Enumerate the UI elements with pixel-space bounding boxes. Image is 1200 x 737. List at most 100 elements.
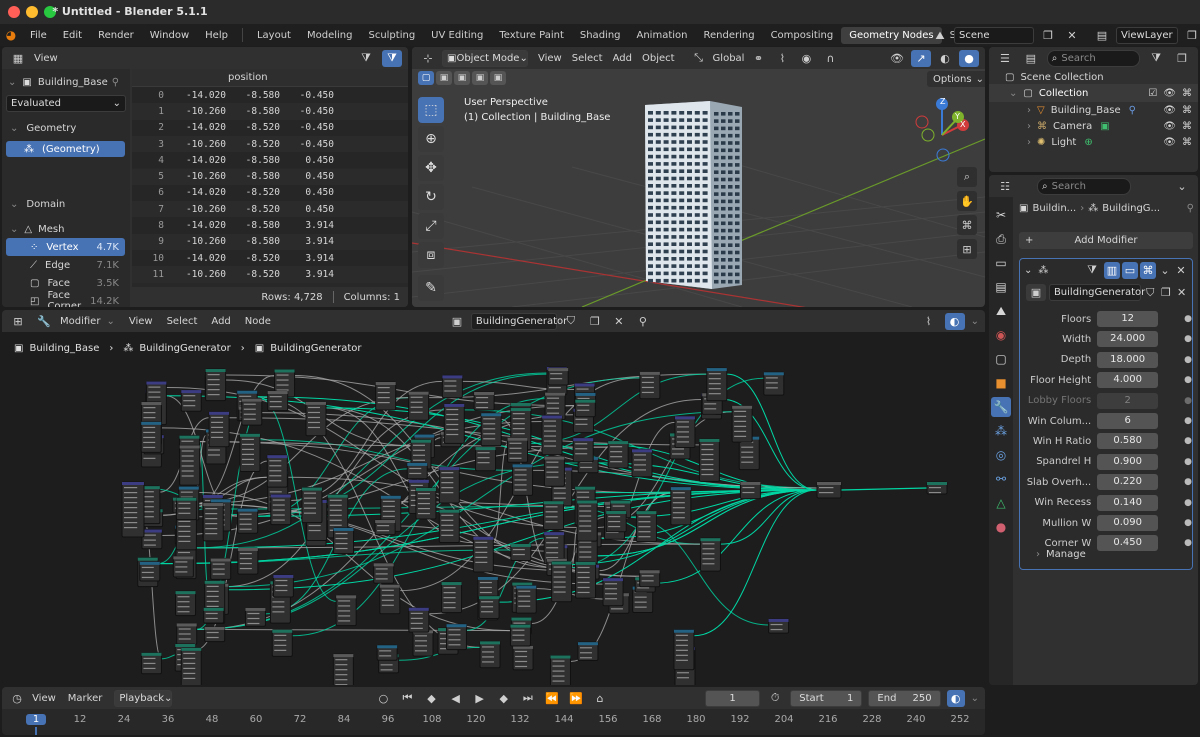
keyframe-dot-icon[interactable]: ● bbox=[1184, 396, 1192, 406]
scale-icon[interactable]: ⤢ bbox=[418, 213, 444, 239]
node[interactable] bbox=[121, 481, 145, 538]
spreadsheet-view-menu[interactable]: View bbox=[34, 53, 58, 64]
node[interactable] bbox=[816, 481, 842, 499]
node[interactable] bbox=[706, 367, 728, 402]
workspace-tab-texture-paint[interactable]: Texture Paint bbox=[491, 27, 572, 44]
node[interactable] bbox=[332, 653, 354, 685]
new-scene-icon[interactable]: ❐ bbox=[1038, 27, 1058, 44]
domain-section[interactable]: ⌄ Domain bbox=[2, 195, 130, 213]
node[interactable] bbox=[237, 508, 259, 534]
node[interactable] bbox=[305, 401, 327, 437]
fake-user-shield-icon[interactable]: ⛉ bbox=[561, 313, 581, 330]
perspective-grid-icon[interactable]: ⊞ bbox=[957, 239, 977, 259]
node-menu-select[interactable]: Select bbox=[167, 316, 198, 327]
node[interactable] bbox=[176, 622, 198, 645]
node-group-name-field[interactable]: BuildingGenerator bbox=[470, 312, 567, 330]
workspace-tab-geometry-nodes[interactable]: Geometry Nodes bbox=[841, 26, 942, 44]
timeline-menu-view[interactable]: View bbox=[32, 693, 56, 704]
manage-subpanel[interactable]: › Manage bbox=[1036, 549, 1086, 560]
node[interactable] bbox=[670, 486, 692, 526]
outliner-search-field[interactable]: ⌕ Search bbox=[1046, 49, 1141, 67]
param-value-field[interactable]: 0.450 bbox=[1097, 535, 1159, 552]
scene-selector[interactable]: Scene bbox=[954, 27, 1034, 44]
duplicate-icon[interactable]: ❐ bbox=[585, 313, 605, 330]
node[interactable] bbox=[635, 510, 657, 543]
table-row[interactable]: 1 -10.260 -8.580 -0.450 bbox=[132, 103, 408, 120]
move-icon[interactable]: ✥ bbox=[418, 155, 444, 181]
camera-render-icon[interactable]: ⌘ bbox=[1182, 88, 1192, 99]
eye-icon[interactable]: 👁 bbox=[1163, 121, 1176, 132]
camera-view-icon[interactable]: ⌘ bbox=[957, 215, 977, 235]
node[interactable] bbox=[438, 509, 460, 544]
menu-edit[interactable]: Edit bbox=[55, 30, 90, 41]
viewport-display-toggle-icon[interactable]: ▭ bbox=[1122, 261, 1138, 279]
start-frame-field[interactable]: Start 1 bbox=[790, 689, 863, 707]
node[interactable] bbox=[739, 481, 761, 500]
node[interactable] bbox=[208, 411, 230, 448]
node[interactable] bbox=[639, 569, 661, 588]
node-tree-icon[interactable]: ▣ bbox=[447, 313, 467, 330]
node[interactable] bbox=[445, 623, 467, 651]
node[interactable] bbox=[408, 607, 430, 633]
node[interactable] bbox=[244, 607, 266, 627]
node[interactable] bbox=[139, 561, 161, 582]
node[interactable] bbox=[443, 403, 465, 444]
node-menu-add[interactable]: Add bbox=[211, 316, 230, 327]
workspace-tab-animation[interactable]: Animation bbox=[629, 27, 696, 44]
node[interactable] bbox=[639, 371, 661, 400]
node[interactable] bbox=[479, 640, 501, 669]
editor-type-properties-icon[interactable]: ☷ bbox=[995, 178, 1015, 195]
pin-icon[interactable]: ⚲ bbox=[112, 77, 119, 88]
transform-icon[interactable]: ⧈ bbox=[418, 242, 444, 268]
node[interactable] bbox=[266, 454, 288, 488]
node[interactable] bbox=[412, 629, 434, 657]
node[interactable] bbox=[333, 527, 355, 555]
playback-dropdown[interactable]: Playback ⌄ bbox=[114, 689, 172, 707]
node[interactable] bbox=[541, 414, 563, 456]
node[interactable] bbox=[543, 500, 565, 531]
overlay-toggle-icon[interactable]: ◐ bbox=[944, 312, 965, 330]
camera-render-icon[interactable]: ⌘ bbox=[1182, 105, 1192, 116]
camera-render-icon[interactable]: ⌘ bbox=[1182, 137, 1192, 148]
param-value-field[interactable]: 0.220 bbox=[1097, 474, 1159, 491]
node[interactable] bbox=[179, 444, 201, 486]
edit-mode-toggle-icon[interactable]: ⧩ bbox=[1082, 262, 1102, 279]
workspace-tab-rendering[interactable]: Rendering bbox=[695, 27, 762, 44]
table-row[interactable]: 0 -14.020 -8.580 -0.450 bbox=[132, 87, 408, 104]
node[interactable] bbox=[141, 529, 163, 550]
menu-render[interactable]: Render bbox=[90, 30, 142, 41]
workspace-tab-sculpting[interactable]: Sculpting bbox=[360, 27, 423, 44]
scene-icon[interactable]: ⛰ bbox=[930, 27, 950, 44]
material-tab-icon[interactable]: ● bbox=[991, 517, 1011, 537]
pin-icon[interactable]: ⚲ bbox=[1187, 203, 1194, 214]
table-row[interactable]: 4 -14.020 -8.580 0.450 bbox=[132, 152, 408, 169]
table-row[interactable]: 9 -10.260 -8.580 3.914 bbox=[132, 233, 408, 250]
collection-row[interactable]: ⌄ ▢ Collection ☑ 👁 ⌘ bbox=[989, 84, 1198, 102]
current-frame-field[interactable]: 1 bbox=[705, 689, 761, 707]
select-box-icon[interactable]: ⬚ bbox=[418, 97, 444, 123]
node[interactable] bbox=[674, 415, 696, 448]
data-tab-icon[interactable]: △ bbox=[991, 493, 1011, 513]
param-value-field[interactable]: 24.000 bbox=[1097, 331, 1159, 348]
play-icon[interactable]: ▶ bbox=[471, 690, 489, 707]
node[interactable] bbox=[172, 555, 194, 578]
node[interactable] bbox=[549, 654, 571, 685]
node[interactable] bbox=[239, 433, 261, 473]
cursor-icon[interactable]: ⊕ bbox=[418, 126, 444, 152]
remove-modifier-icon[interactable]: ✕ bbox=[1174, 262, 1188, 279]
editor-type-spreadsheet-icon[interactable]: ▦ bbox=[8, 50, 28, 67]
node[interactable] bbox=[507, 437, 529, 463]
node[interactable] bbox=[204, 626, 226, 643]
table-row[interactable]: 10 -14.020 -8.520 3.914 bbox=[132, 250, 408, 267]
menu-help[interactable]: Help bbox=[197, 30, 236, 41]
node-menu-view[interactable]: View bbox=[129, 316, 153, 327]
node[interactable] bbox=[768, 618, 790, 634]
node[interactable] bbox=[375, 381, 397, 411]
node[interactable] bbox=[510, 543, 532, 562]
keyframe-dot-icon[interactable]: ● bbox=[1184, 436, 1192, 446]
column-header-position[interactable]: position bbox=[228, 72, 268, 83]
node[interactable] bbox=[480, 412, 502, 447]
node[interactable] bbox=[576, 499, 598, 542]
node[interactable] bbox=[406, 462, 428, 480]
domain-item-face-corner[interactable]: ◰ Face Corner 14.2K bbox=[6, 290, 125, 307]
